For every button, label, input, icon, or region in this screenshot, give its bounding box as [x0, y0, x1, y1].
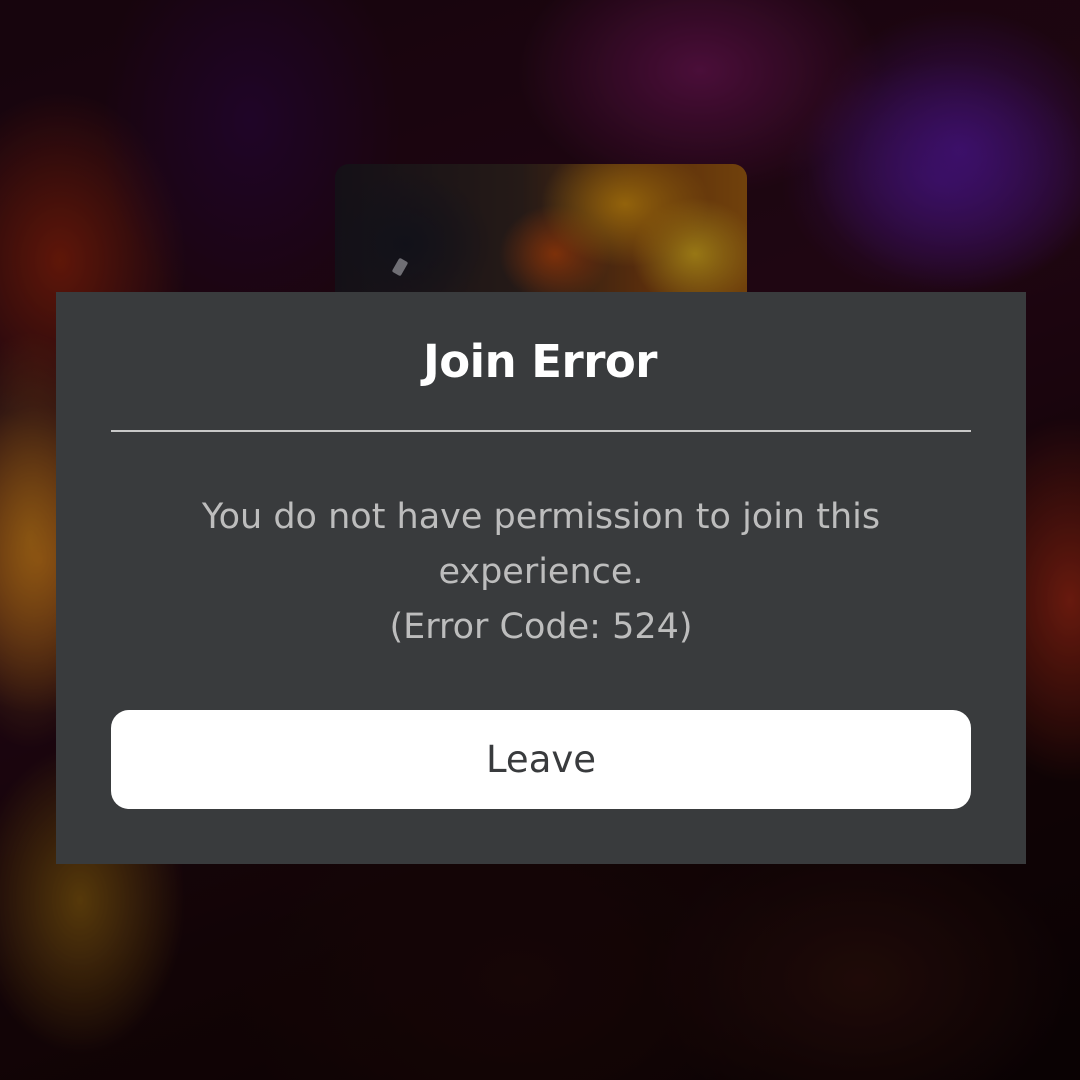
error-code: (Error Code: 524): [389, 607, 693, 647]
join-error-screen: Join Error You do not have permission to…: [0, 0, 1080, 1080]
title-divider: [111, 430, 971, 432]
error-message-line1: You do not have permission to join this: [201, 497, 881, 537]
dialog-title: Join Error: [422, 335, 658, 388]
thumbnail-spark: [391, 257, 409, 277]
error-message: You do not have permission to join this …: [111, 490, 971, 655]
error-message-line2: experience.: [438, 552, 644, 592]
leave-button[interactable]: Leave: [111, 710, 971, 809]
